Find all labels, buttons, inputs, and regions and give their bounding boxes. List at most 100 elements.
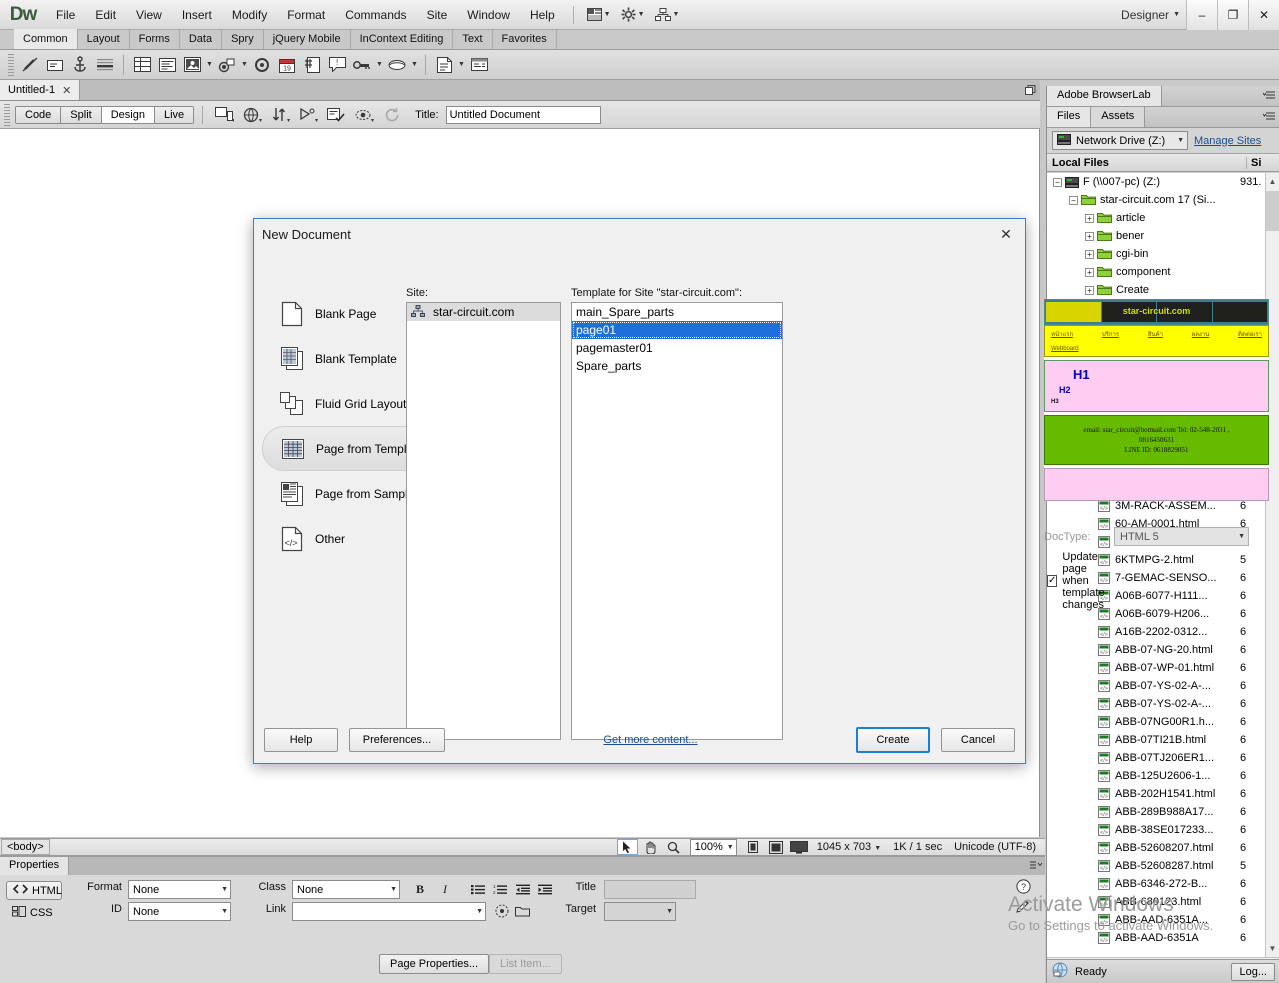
column-size[interactable]: Si <box>1247 157 1279 169</box>
restore-button[interactable]: ❐ <box>1217 0 1248 30</box>
html-mode-button[interactable]: HTML <box>6 881 62 900</box>
page-properties-button[interactable]: Page Properties... <box>379 954 490 974</box>
template-list-item-selected[interactable]: page01 <box>572 321 782 339</box>
visual-aids-icon[interactable]: ▾ <box>351 104 377 126</box>
menu-window[interactable]: Window <box>457 4 520 26</box>
file-tree-file-row[interactable]: </> ABB-07-NG-20.html 6 <box>1047 641 1266 659</box>
point-to-file-icon[interactable] <box>492 901 512 921</box>
id-select[interactable]: None ▼ <box>128 902 231 921</box>
expand-icon[interactable]: + <box>1085 249 1094 259</box>
list-item-button[interactable]: List Item... <box>489 954 562 974</box>
insert-tab-incontext-editing[interactable]: InContext Editing <box>351 29 454 49</box>
file-tree-folder-row[interactable]: + Create <box>1047 281 1266 299</box>
date-icon[interactable]: 19 <box>275 53 299 77</box>
menu-commands[interactable]: Commands <box>335 4 416 26</box>
widget-icon[interactable] <box>250 53 274 77</box>
chevron-down-icon[interactable]: ▼ <box>240 53 249 77</box>
update-template-checkbox[interactable]: ✓ <box>1047 575 1058 587</box>
head-icon[interactable] <box>350 53 374 77</box>
file-tree-file-row[interactable]: </> A16B-2202-0312... 6 <box>1047 623 1266 641</box>
expand-icon[interactable]: + <box>1085 285 1094 295</box>
scroll-up-icon[interactable]: ▲ <box>1266 173 1279 190</box>
file-tree-folder-row[interactable]: − star-circuit.com 17 (Si... <box>1047 191 1266 209</box>
close-icon[interactable]: ✕ <box>62 84 71 97</box>
comment-icon[interactable]: ! <box>325 53 349 77</box>
insert-tab-data[interactable]: Data <box>180 29 223 49</box>
file-tree-file-row[interactable]: </> ABB-289B988A17... 6 <box>1047 803 1266 821</box>
file-tree-file-row[interactable]: </> ABB-38SE017233... 6 <box>1047 821 1266 839</box>
file-tree-file-row[interactable]: </> ABB-07NG00R1.h... 6 <box>1047 713 1266 731</box>
tablet-size-icon[interactable] <box>766 839 787 855</box>
panel-options-icon[interactable] <box>1259 107 1279 127</box>
preview-nav-webboard-link[interactable]: Webboard <box>1051 346 1079 352</box>
file-tree-vertical-scrollbar[interactable]: ▲ ▼ <box>1265 173 1279 957</box>
split-view-button[interactable]: Split <box>61 106 102 123</box>
insert-tab-layout[interactable]: Layout <box>78 29 130 49</box>
help-icon[interactable]: ? <box>1016 879 1031 897</box>
named-anchor-icon[interactable] <box>68 53 92 77</box>
template-list-item[interactable]: Spare_parts <box>572 357 782 375</box>
file-tree-file-row[interactable]: </> ABB-07-WP-01.html 6 <box>1047 659 1266 677</box>
menu-file[interactable]: File <box>46 4 85 26</box>
preferences-button[interactable]: Preferences... <box>349 728 445 752</box>
template-list[interactable]: main_Spare_parts page01 pagemaster01 Spa… <box>571 302 783 740</box>
document-tab-untitled-1[interactable]: Untitled-1 ✕ <box>0 80 81 100</box>
scroll-down-icon[interactable]: ▼ <box>1266 940 1279 957</box>
file-tree-file-row[interactable]: </> ABB-680123.html 6 <box>1047 893 1266 911</box>
doctype-select[interactable]: HTML 5 ▼ <box>1114 527 1249 546</box>
mobile-size-icon[interactable] <box>743 839 764 855</box>
preview-nav-link[interactable]: สินค้า <box>1148 329 1163 339</box>
menu-format[interactable]: Format <box>277 4 335 26</box>
file-tree-file-row[interactable]: </> ABB-52608207.html 6 <box>1047 839 1266 857</box>
email-link-icon[interactable] <box>43 53 67 77</box>
restore-document-icon[interactable] <box>1020 80 1040 100</box>
preview-nav-link[interactable]: บริการ <box>1102 329 1119 339</box>
insert-tab-spry[interactable]: Spry <box>222 29 264 49</box>
insert-tab-text[interactable]: Text <box>453 29 493 49</box>
menu-help[interactable]: Help <box>520 4 565 26</box>
collapse-icon[interactable]: − <box>1069 195 1078 205</box>
quick-tag-editor-icon[interactable] <box>1016 899 1031 917</box>
format-select[interactable]: None ▼ <box>128 880 231 899</box>
scrollbar-thumb[interactable] <box>1266 191 1279 231</box>
file-tree-file-row[interactable]: </> ABB-52608287.html 5 <box>1047 857 1266 875</box>
minimize-button[interactable]: – <box>1186 0 1217 30</box>
workspace-switcher[interactable]: Designer ▼ <box>1121 8 1186 22</box>
expand-icon[interactable]: + <box>1085 213 1094 223</box>
column-local-files[interactable]: Local Files <box>1047 156 1247 169</box>
preview-nav-link[interactable]: ติดต่อเรา <box>1238 329 1262 339</box>
tag-chooser-icon[interactable] <box>467 53 491 77</box>
file-tree-file-row[interactable]: </> ABB-202H1541.html 6 <box>1047 785 1266 803</box>
code-view-button[interactable]: Code <box>16 106 62 123</box>
help-button[interactable]: Help <box>264 728 338 752</box>
table-icon[interactable] <box>130 53 154 77</box>
cancel-button[interactable]: Cancel <box>941 728 1015 752</box>
link-input[interactable]: ▼ <box>292 902 486 921</box>
zoom-tool-icon[interactable] <box>663 839 684 855</box>
file-tree-file-row[interactable]: </> ABB-07-YS-02-A-... 6 <box>1047 695 1266 713</box>
validate-markup-icon[interactable] <box>323 104 349 126</box>
preview-in-browser-icon[interactable]: ▾ <box>239 104 265 126</box>
collapse-icon[interactable]: − <box>1053 177 1062 187</box>
layout-switcher-button[interactable]: ▼ <box>582 5 616 24</box>
panel-options-icon[interactable] <box>1259 86 1279 106</box>
refresh-design-view-icon[interactable] <box>379 104 405 126</box>
css-mode-button[interactable]: CSS <box>6 904 62 922</box>
design-view-button[interactable]: Design <box>101 106 155 123</box>
file-tree-file-row[interactable]: </> ABB-AAD-6351A... 6 <box>1047 911 1266 929</box>
close-button[interactable]: ✕ <box>1248 0 1279 30</box>
tab-files[interactable]: Files <box>1047 107 1092 127</box>
file-tree-folder-row[interactable]: − F (\\007-pc) (Z:) 931. <box>1047 173 1266 191</box>
bold-button[interactable]: B <box>410 879 430 899</box>
site-list-item[interactable]: star-circuit.com <box>407 303 560 321</box>
preview-nav-link[interactable]: ผลงาน <box>1192 329 1210 339</box>
file-tree-file-row[interactable]: </> ABB-07-YS-02-A-... 6 <box>1047 677 1266 695</box>
toolbar-grip[interactable] <box>4 103 10 126</box>
title-attr-input[interactable] <box>604 880 696 899</box>
preview-nav-link[interactable]: หน้าแรก <box>1051 329 1073 339</box>
site-setup-button[interactable]: ▼ <box>650 5 685 24</box>
manage-sites-link[interactable]: Manage Sites <box>1194 135 1261 147</box>
document-title-input[interactable] <box>445 105 601 124</box>
file-tree-folder-row[interactable]: + cgi-bin <box>1047 245 1266 263</box>
file-tree-folder-row[interactable]: + component <box>1047 263 1266 281</box>
